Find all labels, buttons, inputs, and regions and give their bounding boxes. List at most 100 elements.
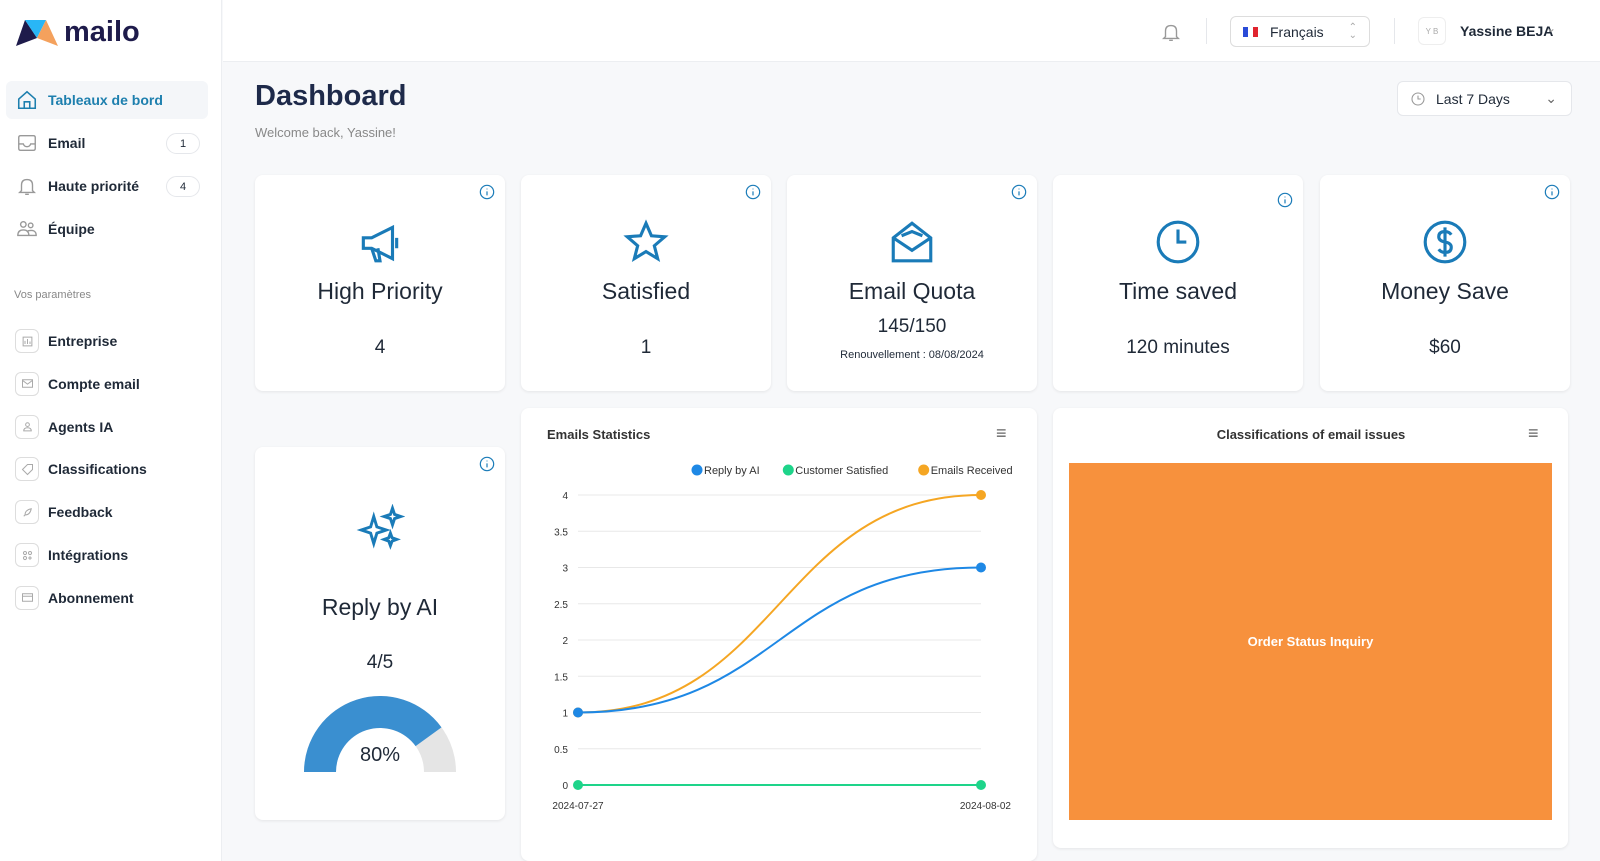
y-tick-label: 4	[562, 491, 568, 502]
avatar[interactable]: Y B	[1418, 17, 1446, 45]
sidebar-item-team[interactable]: Équipe	[6, 210, 208, 248]
card-value: 4/5	[366, 652, 394, 673]
data-point	[573, 780, 583, 790]
rocket-icon	[15, 500, 39, 525]
date-range-label: Last 7 Days	[1436, 90, 1510, 107]
tag-icon	[15, 457, 39, 482]
stat-title: Satisfied	[601, 278, 691, 304]
y-tick-label: 2.5	[554, 600, 568, 611]
card-title: Reply by AI	[321, 594, 439, 620]
sidebar-item-label: Entreprise	[48, 333, 118, 349]
megaphone-icon	[361, 224, 399, 263]
legend-marker	[782, 464, 794, 476]
user-icon	[15, 414, 39, 439]
legend-label: Emails Received	[931, 465, 1013, 477]
sidebar-item-label: Haute priorité	[48, 178, 140, 194]
sidebar-item-grid[interactable]: Intégrations	[6, 536, 208, 574]
clock-icon	[1411, 91, 1425, 106]
users-icon	[6, 218, 48, 240]
info-icon[interactable]	[1544, 184, 1560, 200]
inbox-icon	[6, 132, 48, 154]
updown-chevron-icon: ⌃ ⌄	[1348, 21, 1357, 41]
stat-card-satisfied: Satisfied 1	[521, 175, 771, 391]
stat-value: 4	[374, 337, 386, 358]
sidebar-item-label: Compte email	[48, 375, 140, 392]
y-tick-label: 1.5	[554, 672, 568, 683]
sidebar-item-label: Feedback	[48, 504, 113, 521]
sidebar-item-label: Classifications	[48, 461, 147, 478]
info-icon[interactable]	[479, 456, 495, 472]
stat-title: High Priority	[317, 278, 443, 304]
y-tick-label: 0.5	[554, 745, 568, 756]
user-name[interactable]: Yassine BEJA	[1460, 23, 1553, 39]
stat-title: Money Save	[1381, 278, 1509, 304]
card-icon	[15, 585, 39, 610]
sidebar-item-building[interactable]: Entreprise	[6, 322, 208, 360]
treemap-label: Order Status Inquiry	[1247, 634, 1374, 649]
sidebar-item-label: Tableaux de bord	[48, 92, 163, 108]
sidebar-item-card[interactable]: Abonnement	[6, 579, 208, 617]
reply-by-ai-card: Reply by AI 4/5 80%	[255, 447, 505, 820]
info-icon[interactable]	[1011, 184, 1027, 200]
stat-card-time-saved: Time saved 120 minutes	[1053, 175, 1303, 391]
grid-icon	[15, 543, 39, 567]
treemap-cell[interactable]: Order Status Inquiry	[1069, 463, 1552, 820]
chart-title: Classifications of email issues	[1216, 427, 1406, 442]
stat-card-high-priority: High Priority 4	[255, 175, 505, 391]
envelope-open-icon	[891, 221, 933, 263]
bell-icon	[6, 175, 48, 197]
building-icon	[15, 329, 39, 353]
stat-value: 120 minutes	[1126, 337, 1230, 358]
language-select[interactable]: Français ⌃ ⌄	[1230, 16, 1370, 47]
gauge-label: 80%	[359, 744, 401, 766]
info-icon[interactable]	[1277, 192, 1293, 208]
date-range-select[interactable]: Last 7 Days ⌄	[1397, 81, 1572, 116]
sparkles-icon	[356, 504, 405, 550]
sidebar-item-label: Équipe	[48, 221, 95, 237]
x-tick-label: 2024-07-27	[552, 801, 604, 812]
clock-icon	[1156, 220, 1200, 264]
info-icon[interactable]	[479, 184, 495, 200]
y-tick-label: 1	[562, 709, 568, 720]
page-subtitle: Welcome back, Yassine!	[255, 125, 396, 140]
data-point	[976, 562, 986, 573]
data-point	[976, 780, 986, 790]
logo[interactable]: mailo	[16, 16, 140, 49]
sidebar-item-rocket[interactable]: Feedback	[6, 493, 208, 531]
sidebar-item-label: Intégrations	[48, 547, 129, 563]
sidebar-item-high-priority[interactable]: Haute priorité 4	[6, 167, 208, 205]
sidebar-item-email[interactable]: Email 1	[6, 124, 208, 162]
star-icon	[623, 219, 669, 262]
sidebar-item-label: Abonnement	[48, 589, 134, 606]
emails-statistics-card: Emails Statistics ≡ 0 0.5 1 1.5 2 2.5 3 3.5 4 202…	[521, 408, 1037, 861]
data-point	[976, 490, 986, 500]
mailo-logo-icon	[16, 19, 58, 46]
count-badge: 1	[166, 133, 200, 154]
info-icon[interactable]	[745, 184, 761, 200]
stat-value: 1	[640, 337, 652, 358]
stat-title: Time saved	[1118, 278, 1238, 304]
home-icon	[6, 89, 48, 111]
x-tick-label: 2024-08-02	[960, 801, 1012, 812]
hamburger-menu-icon[interactable]: ≡	[1528, 423, 1539, 444]
sidebar-item-dashboard[interactable]: Tableaux de bord	[6, 81, 208, 119]
chevron-down-icon[interactable]: ⌄	[1546, 21, 1556, 35]
stat-title: Email Quota	[848, 278, 976, 304]
legend-label: Customer Satisfied	[795, 465, 888, 477]
stat-value: $60	[1429, 337, 1461, 358]
sidebar-item-tag[interactable]: Classifications	[6, 450, 208, 488]
france-flag-icon	[1243, 26, 1258, 37]
notification-bell-icon[interactable]	[1160, 21, 1182, 43]
sidebar-item-mail[interactable]: Compte email	[6, 365, 208, 403]
page-title: Dashboard	[255, 80, 407, 112]
y-tick-label: 0	[562, 781, 568, 792]
line-chart: 0 0.5 1 1.5 2 2.5 3 3.5 4 2024-07-27 2024-08-02 Rep…	[552, 464, 1013, 812]
stat-note: Renouvellement : 08/08/2024	[840, 349, 984, 361]
dollar-circle-icon	[1423, 220, 1467, 264]
stat-card-email-quota: Email Quota 145/150 Renouvellement : 08/…	[787, 175, 1037, 391]
chevron-down-icon: ⌄	[1545, 90, 1557, 106]
sidebar-item-user[interactable]: Agents IA	[6, 408, 208, 446]
sidebar-item-label: Email	[48, 135, 86, 151]
mail-icon	[15, 371, 39, 396]
sidebar-item-label: Agents IA	[48, 418, 114, 435]
